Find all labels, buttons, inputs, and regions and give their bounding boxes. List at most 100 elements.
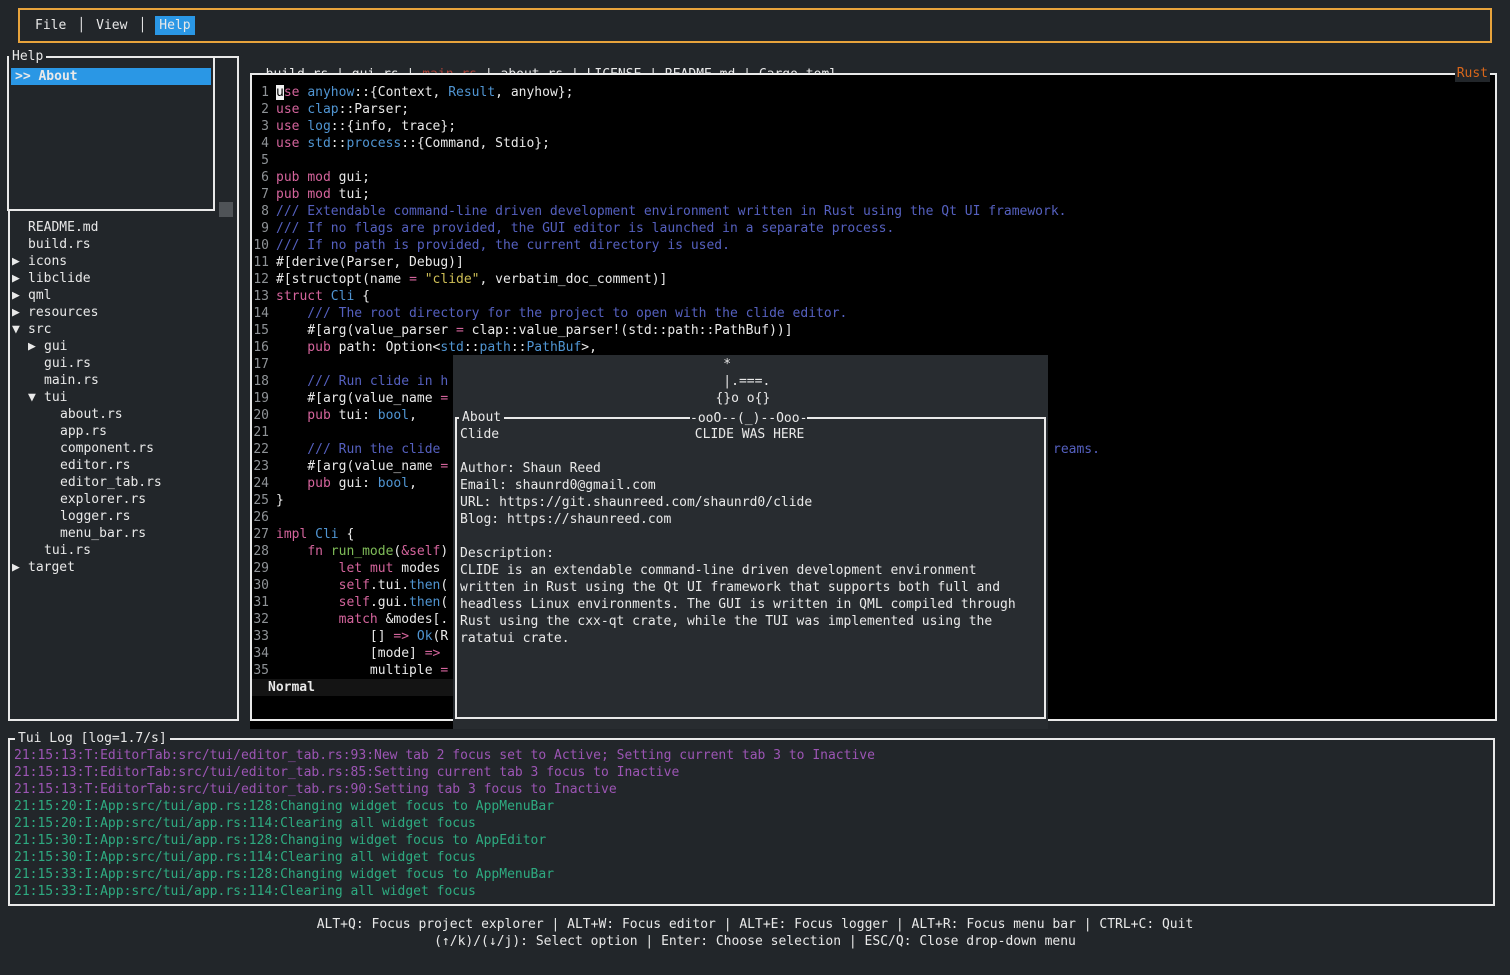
tree-item-label: editor.rs: [60, 458, 130, 473]
code-line[interactable]: 20 pub tui: bool,: [252, 407, 417, 424]
code-line[interactable]: 1 use anyhow::{Context, Result, anyhow};: [252, 84, 573, 101]
code-line[interactable]: 21: [252, 424, 276, 441]
tree-item-label: explorer.rs: [60, 492, 146, 507]
line-number: 3: [252, 118, 269, 135]
code-line[interactable]: 8 /// Extendable command-line driven deve…: [252, 203, 1067, 220]
code-line[interactable]: 25}: [252, 492, 284, 509]
help-dropdown-menu: Help >> About: [7, 56, 215, 211]
tree-item-component-rs[interactable]: component.rs: [10, 440, 236, 457]
explorer-scrollbar-thumb[interactable]: [219, 202, 233, 217]
tree-item-about-rs[interactable]: about.rs: [10, 406, 236, 423]
tree-item-readme-md[interactable]: README.md: [10, 219, 236, 236]
code-line[interactable]: 23 #[arg(value_name =: [252, 458, 448, 475]
tree-item-resources[interactable]: ▶resources: [10, 304, 236, 321]
tree-item-target[interactable]: ▶target: [10, 559, 236, 576]
chevron-right-icon: ▶: [12, 559, 28, 576]
code-text: /// Extendable command-line driven devel…: [276, 204, 1067, 219]
menu-help[interactable]: Help: [155, 16, 194, 35]
line-number: 22: [252, 441, 269, 458]
code-text: /// If no flags are provided, the GUI ed…: [276, 221, 894, 236]
code-line[interactable]: 4use std::process::{Command, Stdio};: [252, 135, 550, 152]
help-dropdown-title: Help: [9, 48, 46, 65]
code-text: use anyhow::{Context, Result, anyhow};: [276, 85, 573, 100]
code-text: #[arg(value_name =: [276, 391, 448, 406]
code-text: #[structopt(name = "clide", verbatim_doc…: [276, 272, 667, 287]
tree-item-qml[interactable]: ▶qml: [10, 287, 236, 304]
tree-item-libclide[interactable]: ▶libclide: [10, 270, 236, 287]
line-number: 18: [252, 373, 269, 390]
code-text: let mut modes: [276, 561, 440, 576]
tree-item-src[interactable]: ▼src: [10, 321, 236, 338]
code-line[interactable]: 12#[structopt(name = "clide", verbatim_d…: [252, 271, 667, 288]
code-line[interactable]: 13struct Cli {: [252, 288, 370, 305]
line-number: 1: [252, 84, 269, 101]
code-text: }: [276, 493, 284, 508]
code-line[interactable]: 26: [252, 509, 276, 526]
code-line[interactable]: 27impl Cli {: [252, 526, 354, 543]
code-text: /// Run the clide: [276, 442, 448, 457]
code-line[interactable]: 7pub mod tui;: [252, 186, 370, 203]
line-number: 8: [252, 203, 269, 220]
code-line[interactable]: 34 [mode] =>: [252, 645, 440, 662]
tree-item-build-rs[interactable]: build.rs: [10, 236, 236, 253]
tree-item-tui[interactable]: ▼tui: [10, 389, 236, 406]
code-line[interactable]: 16 pub path: Option<std::path::PathBuf>,: [252, 339, 597, 356]
code-line[interactable]: 35 multiple =: [252, 662, 448, 679]
line-number: 23: [252, 458, 269, 475]
dropdown-item-about[interactable]: >> About: [11, 68, 211, 85]
menu-view[interactable]: View: [94, 16, 129, 35]
code-line[interactable]: 19 #[arg(value_name =: [252, 390, 448, 407]
ascii-art-kilroy: * |.===. {}o o{}: [692, 356, 770, 407]
code-text: /// If no path is provided, the current …: [276, 238, 730, 253]
code-line[interactable]: 14 /// The root directory for the projec…: [252, 305, 847, 322]
code-line[interactable]: 3 use log::{info, trace};: [252, 118, 456, 135]
log-line: 21:15:13:T:EditorTab:src/tui/editor_tab.…: [14, 747, 875, 764]
code-line[interactable]: 6pub mod gui;: [252, 169, 370, 186]
code-line[interactable]: 5: [252, 152, 276, 169]
tree-item-label: README.md: [28, 220, 98, 235]
code-line[interactable]: 22 /// Run the clide: [252, 441, 448, 458]
tree-item-tui-rs[interactable]: tui.rs: [10, 542, 236, 559]
line-number: 19: [252, 390, 269, 407]
line-number: 10: [252, 237, 269, 254]
code-line[interactable]: 17: [252, 356, 276, 373]
menu-file[interactable]: File: [33, 16, 68, 35]
tree-item-explorer-rs[interactable]: explorer.rs: [10, 491, 236, 508]
tree-item-label: target: [28, 560, 75, 575]
code-line[interactable]: 28 fn run_mode(&self): [252, 543, 448, 560]
log-line: 21:15:33:I:App:src/tui/app.rs:114:Cleari…: [14, 883, 476, 900]
code-line[interactable]: 11#[derive(Parser, Debug)]: [252, 254, 464, 271]
tui-log-panel[interactable]: Tui Log [log=1.7/s] 21:15:13:T:EditorTab…: [8, 738, 1495, 906]
tree-item-icons[interactable]: ▶icons: [10, 253, 236, 270]
tree-item-gui[interactable]: ▶gui: [10, 338, 236, 355]
tree-item-gui-rs[interactable]: gui.rs: [10, 355, 236, 372]
code-line[interactable]: 29 let mut modes: [252, 560, 440, 577]
code-text-fragment: reams.: [1053, 441, 1100, 458]
code-text: /// Run clide in h: [276, 374, 448, 389]
code-line[interactable]: 9/// If no flags are provided, the GUI e…: [252, 220, 894, 237]
code-line[interactable]: 30 self.tui.then(: [252, 577, 448, 594]
tree-item-main-rs[interactable]: main.rs: [10, 372, 236, 389]
line-number: 5: [252, 152, 269, 169]
tree-item-label: main.rs: [44, 373, 99, 388]
tree-item-editor-tab-rs[interactable]: editor_tab.rs: [10, 474, 236, 491]
code-line[interactable]: 2use clap::Parser;: [252, 101, 409, 118]
line-number: 14: [252, 305, 269, 322]
code-text: [mode] =>: [276, 646, 440, 661]
code-line[interactable]: 15 #[arg(value_parser = clap::value_pars…: [252, 322, 793, 339]
tree-item-app-rs[interactable]: app.rs: [10, 423, 236, 440]
tree-item-menu-bar-rs[interactable]: menu_bar.rs: [10, 525, 236, 542]
tree-item-logger-rs[interactable]: logger.rs: [10, 508, 236, 525]
code-text: use std::process::{Command, Stdio};: [276, 136, 550, 151]
code-line[interactable]: 33 [] => Ok(R: [252, 628, 448, 645]
line-number: 7: [252, 186, 269, 203]
code-line[interactable]: 10 /// If no path is provided, the curren…: [252, 237, 730, 254]
log-line: 21:15:33:I:App:src/tui/app.rs:128:Changi…: [14, 866, 554, 883]
code-line[interactable]: 24 pub gui: bool,: [252, 475, 417, 492]
code-line[interactable]: 18 /// Run clide in h: [252, 373, 448, 390]
code-line[interactable]: 32 match &modes[.: [252, 611, 448, 628]
tree-item-label: libclide: [28, 271, 91, 286]
tree-item-editor-rs[interactable]: editor.rs: [10, 457, 236, 474]
code-line[interactable]: 31 self.gui.then(: [252, 594, 448, 611]
code-text: use log::{info, trace};: [276, 119, 456, 134]
